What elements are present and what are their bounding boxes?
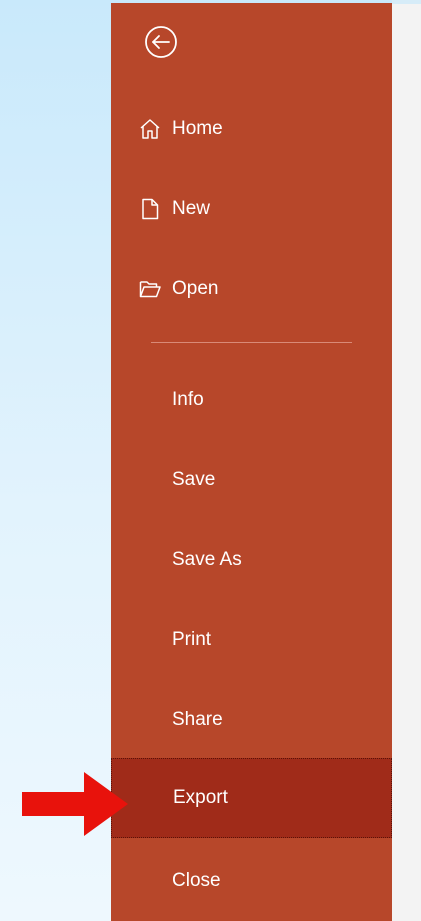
backstage-nav: Home New Open Info Save Save As Print Sh…	[111, 3, 392, 921]
nav-item-label: Save	[172, 469, 216, 490]
nav-item-print[interactable]: Print	[111, 609, 392, 671]
back-button[interactable]	[141, 22, 181, 62]
nav-item-close[interactable]: Close	[111, 850, 392, 912]
nav-item-home[interactable]: Home	[111, 98, 392, 160]
red-arrow-icon	[22, 772, 128, 836]
nav-item-label: Save As	[172, 549, 242, 570]
nav-item-label: Close	[172, 870, 221, 891]
home-icon	[138, 117, 162, 141]
back-arrow-circle-icon	[145, 26, 177, 58]
nav-item-label: New	[172, 198, 211, 219]
nav-item-label: Export	[173, 787, 228, 808]
nav-divider	[151, 342, 352, 343]
nav-item-save-as[interactable]: Save As	[111, 529, 392, 591]
nav-item-label: Home	[172, 118, 223, 139]
nav-item-label: Info	[172, 389, 204, 410]
nav-item-label: Share	[172, 709, 223, 730]
nav-item-export[interactable]: Export	[111, 758, 392, 838]
new-document-icon	[138, 197, 162, 221]
nav-item-info[interactable]: Info	[111, 369, 392, 431]
nav-item-new[interactable]: New	[111, 178, 392, 240]
nav-item-save[interactable]: Save	[111, 449, 392, 511]
open-folder-icon	[138, 277, 162, 301]
nav-item-open[interactable]: Open	[111, 258, 392, 320]
document-area	[392, 0, 421, 921]
nav-item-share[interactable]: Share	[111, 689, 392, 751]
nav-item-label: Open	[172, 278, 219, 299]
nav-item-label: Print	[172, 629, 212, 650]
